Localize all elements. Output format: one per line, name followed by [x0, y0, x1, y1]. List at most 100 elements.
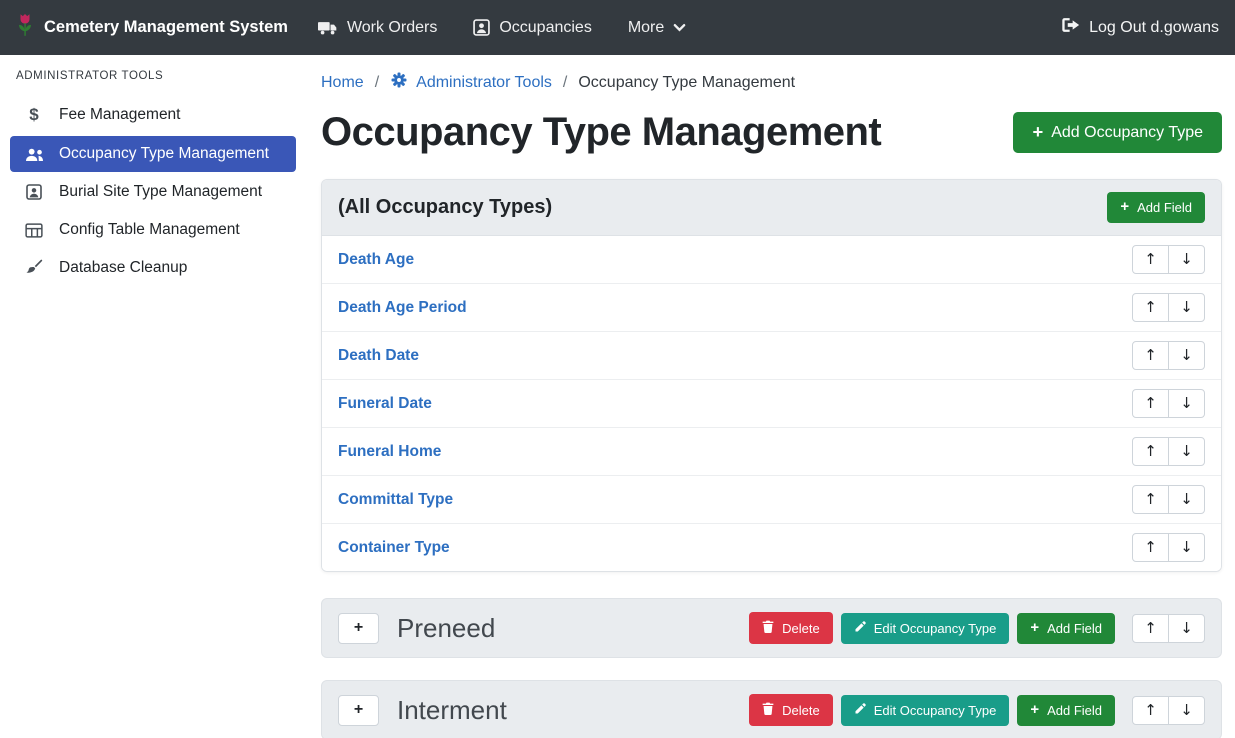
move-up-button[interactable]: ↑ — [1132, 389, 1169, 418]
table-icon — [22, 223, 46, 238]
add-field-button[interactable]: + Add Field — [1017, 695, 1115, 726]
trash-icon — [762, 702, 774, 718]
add-field-button[interactable]: + Add Field — [1017, 613, 1115, 644]
move-up-button[interactable]: ↑ — [1132, 341, 1169, 370]
occupancy-type-title: Interment — [397, 695, 507, 726]
move-down-button[interactable]: ↓ — [1168, 485, 1205, 514]
move-down-button[interactable]: ↓ — [1168, 341, 1205, 370]
pencil-icon — [854, 621, 866, 636]
delete-button[interactable]: Delete — [749, 694, 833, 726]
edit-occupancy-type-button[interactable]: Edit Occupancy Type — [841, 695, 1010, 726]
edit-occupancy-type-button[interactable]: Edit Occupancy Type — [841, 613, 1010, 644]
field-row: Funeral Home ↑ ↓ — [322, 428, 1221, 476]
reorder-buttons: ↑ ↓ — [1132, 245, 1205, 274]
move-up-button[interactable]: ↑ — [1132, 245, 1169, 274]
plus-icon: + — [1032, 123, 1043, 141]
breadcrumb-current: Occupancy Type Management — [578, 74, 795, 92]
move-up-button[interactable]: ↑ — [1132, 293, 1169, 322]
main-nav: Work Orders Occupancies More — [318, 19, 686, 37]
field-row: Death Age ↑ ↓ — [322, 236, 1221, 284]
occupancy-type-section-preneed: + Preneed Delete — [321, 598, 1222, 658]
page-title: Occupancy Type Management — [321, 110, 881, 155]
breadcrumb-separator: / — [375, 74, 379, 92]
reorder-buttons: ↑ ↓ — [1132, 389, 1205, 418]
field-link-death-date[interactable]: Death Date — [338, 347, 419, 365]
reorder-buttons: ↑ ↓ — [1132, 341, 1205, 370]
reorder-buttons: ↑ ↓ — [1132, 696, 1205, 725]
sidebar-item-database-cleanup[interactable]: Database Cleanup — [10, 250, 296, 286]
breadcrumb: Home / Administrator Tool — [321, 71, 1222, 94]
reorder-buttons: ↑ ↓ — [1132, 437, 1205, 466]
move-up-button[interactable]: ↑ — [1132, 437, 1169, 466]
dollar-icon: $ — [22, 105, 46, 125]
trash-icon — [762, 620, 774, 636]
move-down-button[interactable]: ↓ — [1168, 245, 1205, 274]
person-box-icon — [473, 19, 490, 36]
reorder-buttons: ↑ ↓ — [1132, 533, 1205, 562]
expand-button[interactable]: + — [338, 695, 379, 726]
app-brand[interactable]: Cemetery Management System — [16, 12, 288, 43]
move-up-button[interactable]: ↑ — [1132, 533, 1169, 562]
field-row: Container Type ↑ ↓ — [322, 524, 1221, 571]
gear-icon — [390, 71, 408, 94]
sidebar-item-config-table-management[interactable]: Config Table Management — [10, 212, 296, 248]
logout-icon — [1061, 17, 1080, 38]
truck-icon — [318, 20, 338, 36]
move-down-button[interactable]: ↓ — [1168, 389, 1205, 418]
top-navbar: Cemetery Management System Work Orders — [0, 0, 1235, 55]
field-link-death-age[interactable]: Death Age — [338, 251, 414, 269]
plus-icon: + — [1030, 703, 1039, 718]
chevron-down-icon — [673, 23, 686, 32]
field-link-funeral-date[interactable]: Funeral Date — [338, 395, 432, 413]
sidebar-item-occupancy-type-management[interactable]: Occupancy Type Management — [10, 136, 296, 172]
occupancy-type-title: Preneed — [397, 613, 495, 644]
all-occupancy-types-card: (All Occupancy Types) + Add Field Death … — [321, 179, 1222, 572]
move-down-button[interactable]: ↓ — [1168, 533, 1205, 562]
reorder-buttons: ↑ ↓ — [1132, 293, 1205, 322]
move-up-button[interactable]: ↑ — [1132, 614, 1169, 643]
main-content: Home / Administrator Tool — [306, 55, 1235, 738]
field-link-committal-type[interactable]: Committal Type — [338, 491, 453, 509]
breadcrumb-admin-tools-link[interactable]: Administrator Tools — [390, 71, 552, 94]
section-actions: Delete Edit Occupancy Type + Add Field ↑ — [749, 612, 1205, 644]
plus-icon: + — [1120, 200, 1129, 215]
field-link-container-type[interactable]: Container Type — [338, 539, 450, 557]
field-link-funeral-home[interactable]: Funeral Home — [338, 443, 441, 461]
expand-button[interactable]: + — [338, 613, 379, 644]
breadcrumb-home-link[interactable]: Home — [321, 74, 364, 92]
nav-work-orders[interactable]: Work Orders — [318, 19, 437, 37]
breadcrumb-separator: / — [563, 74, 567, 92]
logout-link[interactable]: Log Out d.gowans — [1061, 17, 1219, 38]
field-row: Funeral Date ↑ ↓ — [322, 380, 1221, 428]
card-title: (All Occupancy Types) — [338, 196, 552, 219]
section-actions: Delete Edit Occupancy Type + Add Field ↑ — [749, 694, 1205, 726]
delete-button[interactable]: Delete — [749, 612, 833, 644]
sidebar-header: ADMINISTRATOR TOOLS — [10, 70, 296, 96]
flower-logo-icon — [16, 12, 34, 43]
move-down-button[interactable]: ↓ — [1168, 293, 1205, 322]
all-occupancy-types-header: (All Occupancy Types) + Add Field — [322, 180, 1221, 236]
users-icon — [22, 147, 46, 162]
move-down-button[interactable]: ↓ — [1168, 696, 1205, 725]
move-up-button[interactable]: ↑ — [1132, 696, 1169, 725]
reorder-buttons: ↑ ↓ — [1132, 485, 1205, 514]
plus-icon: + — [1030, 621, 1039, 636]
field-row: Death Age Period ↑ ↓ — [322, 284, 1221, 332]
move-down-button[interactable]: ↓ — [1168, 437, 1205, 466]
occupancy-type-section-interment: + Interment Delete — [321, 680, 1222, 738]
add-field-button[interactable]: + Add Field — [1107, 192, 1205, 223]
nav-more[interactable]: More — [628, 19, 686, 37]
sidebar-item-burial-site-type-management[interactable]: Burial Site Type Management — [10, 174, 296, 210]
add-occupancy-type-button[interactable]: + Add Occupancy Type — [1013, 112, 1222, 152]
field-link-death-age-period[interactable]: Death Age Period — [338, 299, 467, 317]
person-box-icon — [22, 184, 46, 200]
move-down-button[interactable]: ↓ — [1168, 614, 1205, 643]
move-up-button[interactable]: ↑ — [1132, 485, 1169, 514]
reorder-buttons: ↑ ↓ — [1132, 614, 1205, 643]
broom-icon — [22, 259, 46, 277]
field-row: Committal Type ↑ ↓ — [322, 476, 1221, 524]
pencil-icon — [854, 703, 866, 718]
nav-occupancies[interactable]: Occupancies — [473, 19, 592, 37]
sidebar-item-fee-management[interactable]: $ Fee Management — [10, 96, 296, 134]
app-title: Cemetery Management System — [44, 18, 288, 37]
